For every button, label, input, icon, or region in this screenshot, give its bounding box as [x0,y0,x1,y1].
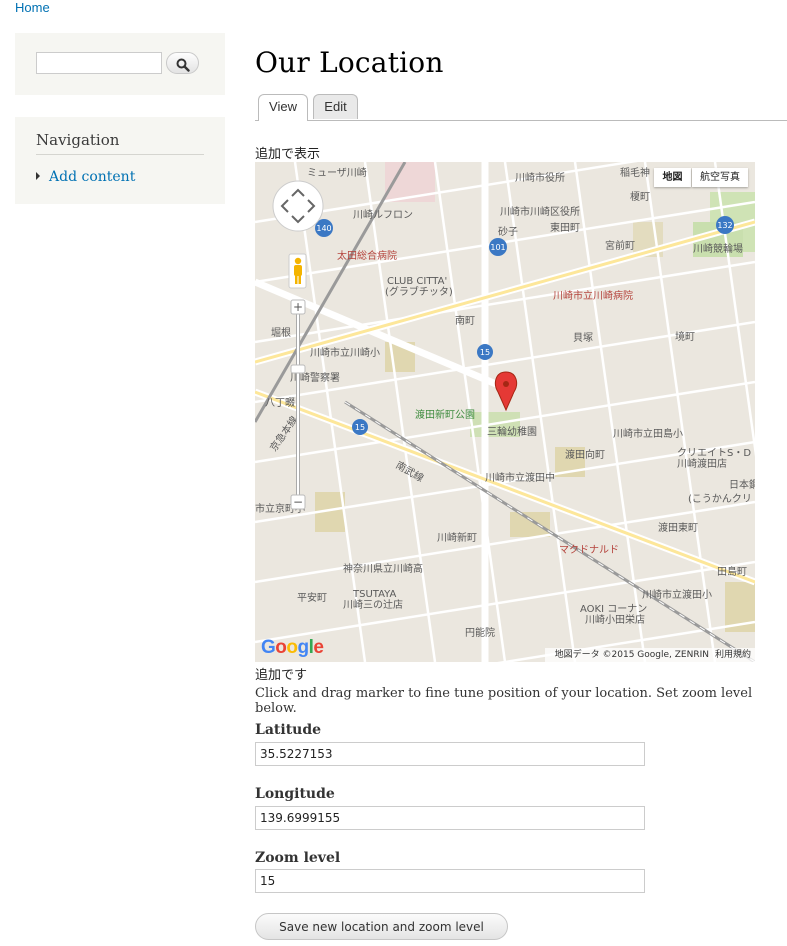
map-label: 東田町 [550,221,580,234]
map-label: 川崎市立田島小 [613,427,683,440]
map-label: 川崎市役所 [515,171,565,184]
map-type-map-button[interactable]: 地図 [654,168,691,187]
map-label: マクドナルド [559,544,619,556]
map-label: CLUB CITTA' [387,276,447,287]
route-shield-15b: 15 [355,423,365,432]
map-label: (グラブチッタ) [385,285,453,298]
map-type-satellite-button[interactable]: 航空写真 [692,168,748,187]
map-label: 太田総合病院 [337,249,397,262]
nav-item-add-content: Add content [36,169,135,185]
bullet-triangle-icon [36,172,40,180]
map-label: 平安町 [297,591,327,604]
tabs: View Edit [255,94,787,121]
map-label: 渡田向町 [565,448,605,461]
map-label: 南町 [455,314,475,327]
latitude-label: Latitude [255,722,322,738]
map-label: 堀根 [271,326,291,339]
map-label: 渡田東町 [658,521,698,534]
map-label: 渡田新町公園 [415,408,475,421]
map-terms-link[interactable]: 利用規約 [715,650,751,660]
map-label: 貝塚 [573,332,593,344]
map-label: 川崎市立渡田小 [642,588,712,601]
map-label: TSUTAYA [352,589,397,600]
google-logo: Google [261,637,324,658]
breadcrumb-home-link[interactable]: Home [15,0,50,15]
search-icon [176,58,190,72]
map-label: 榎町 [630,190,650,203]
add-content-link[interactable]: Add content [49,169,135,185]
map-label: ミューザ川崎 [307,166,367,179]
save-location-button[interactable]: Save new location and zoom level [255,913,508,940]
longitude-label: Longitude [255,786,335,802]
map-label-bottom: 追加です [255,668,308,683]
search-block [15,33,225,95]
street-view-pegman-icon[interactable] [288,253,307,289]
longitude-input[interactable] [255,806,645,830]
tab-edit[interactable]: Edit [313,94,358,119]
zoom-level-input[interactable] [255,869,645,893]
map-label: 川崎渡田店 [677,457,727,470]
map-label: 川崎市立渡田中 [485,471,555,484]
map-label: 川崎小田栄店 [585,613,645,626]
route-shield-132: 132 [717,221,732,230]
search-button[interactable] [166,52,199,74]
navigation-block: Navigation Add content [15,117,225,204]
svg-text:−: − [293,495,303,509]
map-label: 砂子 [498,225,518,238]
map-label-top: 追加で表示 [255,147,321,162]
map-label: 川崎市立川崎病院 [553,289,633,302]
navigation-divider [36,154,204,155]
map-label: 境町 [675,330,695,343]
map-label: 宮前町 [605,239,635,252]
map-label: 川崎市立川崎小 [310,346,380,359]
map-label: 川崎市川崎区役所 [500,205,580,218]
latitude-input[interactable] [255,742,645,766]
map-label: 稲毛神 [620,166,650,179]
map-label: (こうかんクリ [688,493,752,505]
map-label: 田島町 [717,565,747,578]
map-label: 川崎競輪場 [693,242,743,255]
map-attribution: 地図データ ©2015 Google, ZENRIN 利用規約 [544,648,755,662]
route-shield-101: 101 [490,243,505,252]
navigation-title: Navigation [36,131,120,149]
map-label: AOKI コーナン [580,603,647,615]
map-attribution-text: 地図データ ©2015 Google, ZENRIN [554,650,709,660]
page-title: Our Location [255,46,444,79]
map[interactable]: 140 101 132 15 15 ミューザ川崎 川崎市役所 稲毛神 榎町 川崎… [255,162,755,662]
svg-text:+: + [293,300,303,314]
tab-view[interactable]: View [258,94,308,121]
map-pan-control[interactable] [272,180,324,232]
map-canvas[interactable]: 140 101 132 15 15 ミューザ川崎 川崎市役所 稲毛神 榎町 川崎… [255,162,755,662]
map-label: 川崎三の辻店 [343,598,403,611]
search-input[interactable] [36,52,162,74]
zoom-level-label: Zoom level [255,850,341,866]
route-shield-15a: 15 [480,348,490,357]
map-label: 三輪幼稚園 [487,425,537,438]
breadcrumb: Home [15,0,50,15]
map-label: クリエイトS・D [677,447,751,459]
map-label: 川崎新町 [437,531,477,544]
map-label: 円能院 [465,626,495,639]
map-help-text: Click and drag marker to fine tune posit… [255,686,753,716]
map-label: 日本鋼 [729,478,755,491]
map-label: 八丁畷 [265,397,295,409]
map-label: 川崎ルフロン [353,208,413,221]
map-label: 神奈川県立川崎高 [343,562,423,575]
route-shield-140: 140 [316,224,331,233]
